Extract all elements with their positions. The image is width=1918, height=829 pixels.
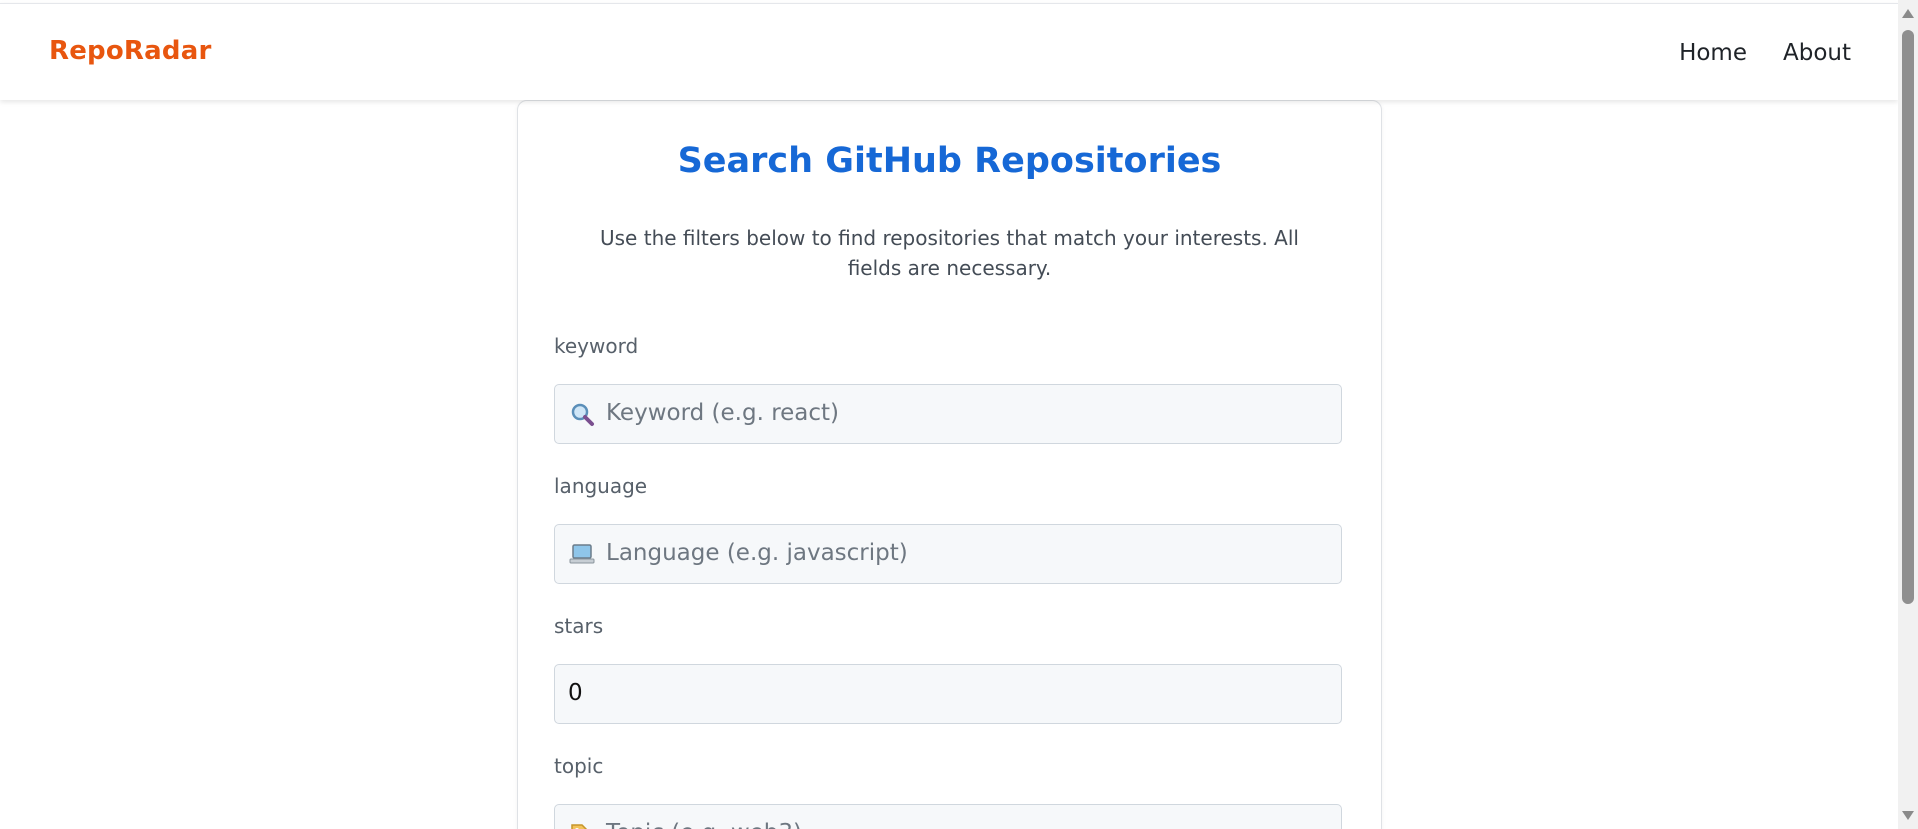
keyword-placeholder: Keyword (e.g. react) [606, 400, 840, 426]
language-input[interactable]: Language (e.g. javascript) [554, 524, 1342, 584]
tag-icon [571, 824, 588, 829]
nav-links: Home About [1679, 40, 1851, 66]
laptop-icon [569, 544, 595, 564]
page-description: Use the filters below to find repositori… [600, 226, 1299, 280]
search-card: Search GitHub Repositories Use the filte… [517, 100, 1382, 829]
page-title: Search GitHub Repositories [677, 141, 1222, 181]
topic-input[interactable]: Topic (e.g. web3) [554, 804, 1342, 829]
nav-link-about[interactable]: About [1783, 40, 1851, 66]
page: RepoRadar Home About Search GitHub Repos… [0, 0, 1918, 829]
language-placeholder: Language (e.g. javascript) [606, 540, 908, 566]
top-navbar: RepoRadar Home About [0, 3, 1898, 100]
nav-link-home[interactable]: Home [1679, 40, 1747, 66]
language-label: language [554, 474, 648, 498]
stars-input[interactable]: 0 [554, 664, 1342, 724]
scroll-up-arrow-icon[interactable] [1902, 9, 1914, 18]
topic-placeholder: Topic (e.g. web3) [606, 820, 802, 829]
vertical-scrollbar[interactable] [1898, 0, 1918, 829]
keyword-input[interactable]: Keyword (e.g. react) [554, 384, 1342, 444]
topic-label: topic [554, 754, 604, 778]
stars-label: stars [554, 614, 604, 638]
magnifier-icon [571, 403, 594, 426]
brand-logo[interactable]: RepoRadar [49, 36, 211, 66]
scrollbar-thumb[interactable] [1902, 30, 1914, 604]
keyword-label: keyword [554, 334, 639, 358]
stars-value: 0 [568, 680, 583, 706]
scroll-down-arrow-icon[interactable] [1902, 811, 1914, 820]
